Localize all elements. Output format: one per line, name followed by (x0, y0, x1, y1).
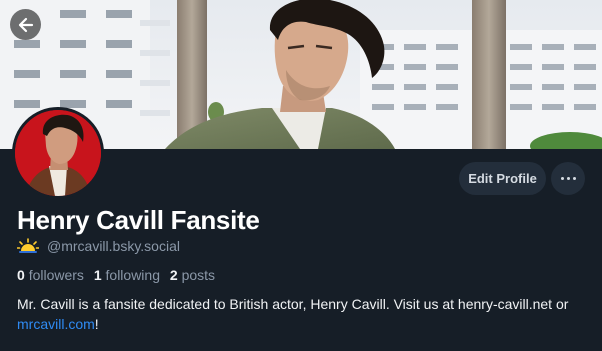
more-options-button[interactable] (551, 162, 585, 195)
following-label: following (105, 267, 160, 283)
edit-profile-label: Edit Profile (468, 171, 537, 186)
profile-bio: Mr. Cavill is a fansite dedicated to Bri… (17, 294, 587, 334)
posts-label: posts (181, 267, 216, 283)
posts-stat: 2 posts (170, 267, 215, 283)
more-options-icon (560, 177, 576, 180)
sun-emoji-icon (17, 238, 39, 253)
followers-label: followers (28, 267, 84, 283)
avatar[interactable] (12, 107, 104, 199)
back-button[interactable] (10, 9, 41, 40)
followers-count: 0 (17, 267, 25, 283)
avatar-photo (15, 110, 101, 196)
back-arrow-icon (18, 17, 33, 32)
profile-stats: 0 followers 1 following 2 posts (17, 267, 221, 283)
handle-row: @mrcavill.bsky.social (17, 238, 180, 254)
bio-link[interactable]: mrcavill.com (17, 316, 95, 332)
bio-text: Mr. Cavill is a fansite dedicated to Bri… (17, 296, 569, 312)
edit-profile-button[interactable]: Edit Profile (459, 162, 546, 195)
posts-count: 2 (169, 267, 178, 283)
profile-page: Edit Profile Henry Cavill Fansite @mrcav… (0, 0, 602, 351)
bio-end: ! (94, 316, 99, 332)
following-count: 1 (93, 267, 102, 283)
followers-stat[interactable]: 0 followers (17, 267, 84, 283)
following-stat[interactable]: 1 following (94, 267, 160, 283)
profile-handle: @mrcavill.bsky.social (47, 238, 180, 254)
display-name: Henry Cavill Fansite (17, 205, 260, 235)
